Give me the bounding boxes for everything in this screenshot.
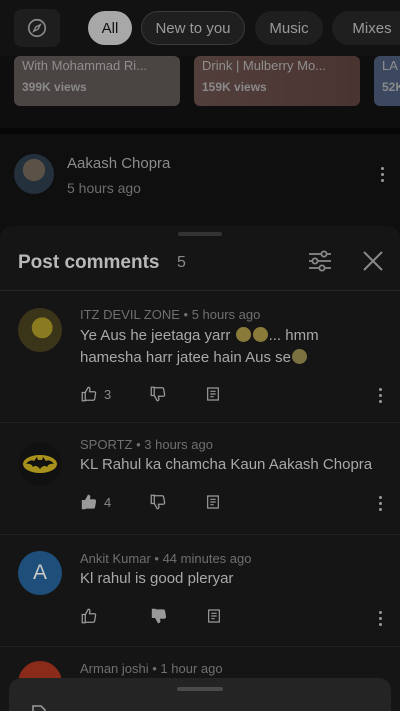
video-title: LA: [382, 58, 398, 73]
comment-actions: 3: [80, 384, 221, 404]
emoji-icon: [235, 327, 251, 342]
filter-icon: [309, 250, 331, 272]
post-time: 5 hours ago: [67, 180, 141, 196]
dislike-filled-icon[interactable]: [150, 607, 168, 625]
bottom-sheet-handle[interactable]: [177, 687, 223, 691]
comments-sheet: Post comments 5 ITZ DEVIL ZONE • 5 hours…: [0, 226, 400, 711]
comment-meta: Ankit Kumar • 44 minutes ago: [80, 551, 252, 566]
chip-music[interactable]: Music: [255, 11, 323, 45]
commenter-avatar[interactable]: [18, 442, 62, 486]
commenter-avatar[interactable]: [18, 308, 62, 352]
sheet-title: Post comments: [18, 252, 160, 273]
like-icon[interactable]: [80, 385, 98, 403]
author-name[interactable]: Aakash Chopra: [67, 155, 170, 172]
dislike-icon[interactable]: [149, 493, 167, 511]
chip-bar: All New to you Music Mixes: [0, 0, 400, 56]
dislike-icon[interactable]: [149, 385, 167, 403]
comment-actions: [80, 606, 222, 626]
video-views: 399K views: [22, 80, 87, 94]
explore-button[interactable]: [14, 9, 60, 47]
comment-menu-icon[interactable]: [377, 611, 383, 626]
post-menu-icon[interactable]: [379, 167, 385, 182]
post-header: Aakash Chopra 5 hours ago: [0, 134, 400, 230]
like-count: 3: [104, 386, 112, 402]
chip-all[interactable]: All: [88, 11, 132, 45]
comment-count: 5: [177, 254, 186, 271]
comment-text: Ye Aus he jeetaga yarr ... hmm hamesha h…: [80, 327, 319, 366]
comment-item: ITZ DEVIL ZONE • 5 hours ago Ye Aus he j…: [0, 290, 400, 422]
reply-icon[interactable]: [206, 608, 222, 624]
sheet-drag-handle[interactable]: [178, 232, 222, 236]
crying-emoji-icon: [291, 349, 307, 364]
document-icon: [32, 705, 46, 711]
like-filled-icon[interactable]: [80, 493, 98, 511]
like-count: 4: [104, 494, 112, 510]
video-title: Drink | Mulberry Mo...: [202, 58, 327, 73]
comment-item: SPORTZ • 3 hours ago KL Rahul ka chamcha…: [0, 422, 400, 534]
emoji-icon: [252, 327, 268, 342]
video-carousel: With Mohammad Ri... 399K views Drink | M…: [0, 56, 400, 130]
commenter-avatar[interactable]: A: [18, 551, 62, 595]
video-card[interactable]: LA 52K: [374, 56, 400, 106]
comment-meta: Arman joshi • 1 hour ago: [80, 661, 223, 676]
comment-text: Kl rahul is good pleryar: [80, 570, 234, 587]
video-title: With Mohammad Ri...: [22, 58, 147, 73]
comment-menu-icon[interactable]: [377, 496, 383, 511]
compass-icon: [27, 18, 47, 38]
video-views: 52K: [382, 80, 400, 94]
batman-logo-icon: [23, 455, 57, 473]
chip-mixes[interactable]: Mixes: [332, 11, 400, 45]
like-icon[interactable]: [80, 607, 98, 625]
video-views: 159K views: [202, 80, 267, 94]
comment-meta: ITZ DEVIL ZONE • 5 hours ago: [80, 307, 261, 322]
bottom-sheet[interactable]: [9, 678, 391, 711]
comment-item: A Ankit Kumar • 44 minutes ago Kl rahul …: [0, 534, 400, 646]
close-icon: [363, 251, 383, 271]
comment-menu-icon[interactable]: [377, 388, 383, 403]
comment-text: KL Rahul ka chamcha Kaun Aakash Chopra: [80, 456, 373, 473]
close-button[interactable]: [360, 248, 386, 274]
comment-actions: 4: [80, 492, 221, 512]
reply-icon[interactable]: [205, 386, 221, 402]
video-card[interactable]: With Mohammad Ri... 399K views: [14, 56, 180, 106]
sort-filter-button[interactable]: [306, 248, 334, 274]
reply-icon[interactable]: [205, 494, 221, 510]
comment-meta: SPORTZ • 3 hours ago: [80, 437, 213, 452]
video-card[interactable]: Drink | Mulberry Mo... 159K views: [194, 56, 360, 106]
author-avatar[interactable]: [14, 154, 54, 194]
chip-new-to-you[interactable]: New to you: [141, 11, 245, 45]
